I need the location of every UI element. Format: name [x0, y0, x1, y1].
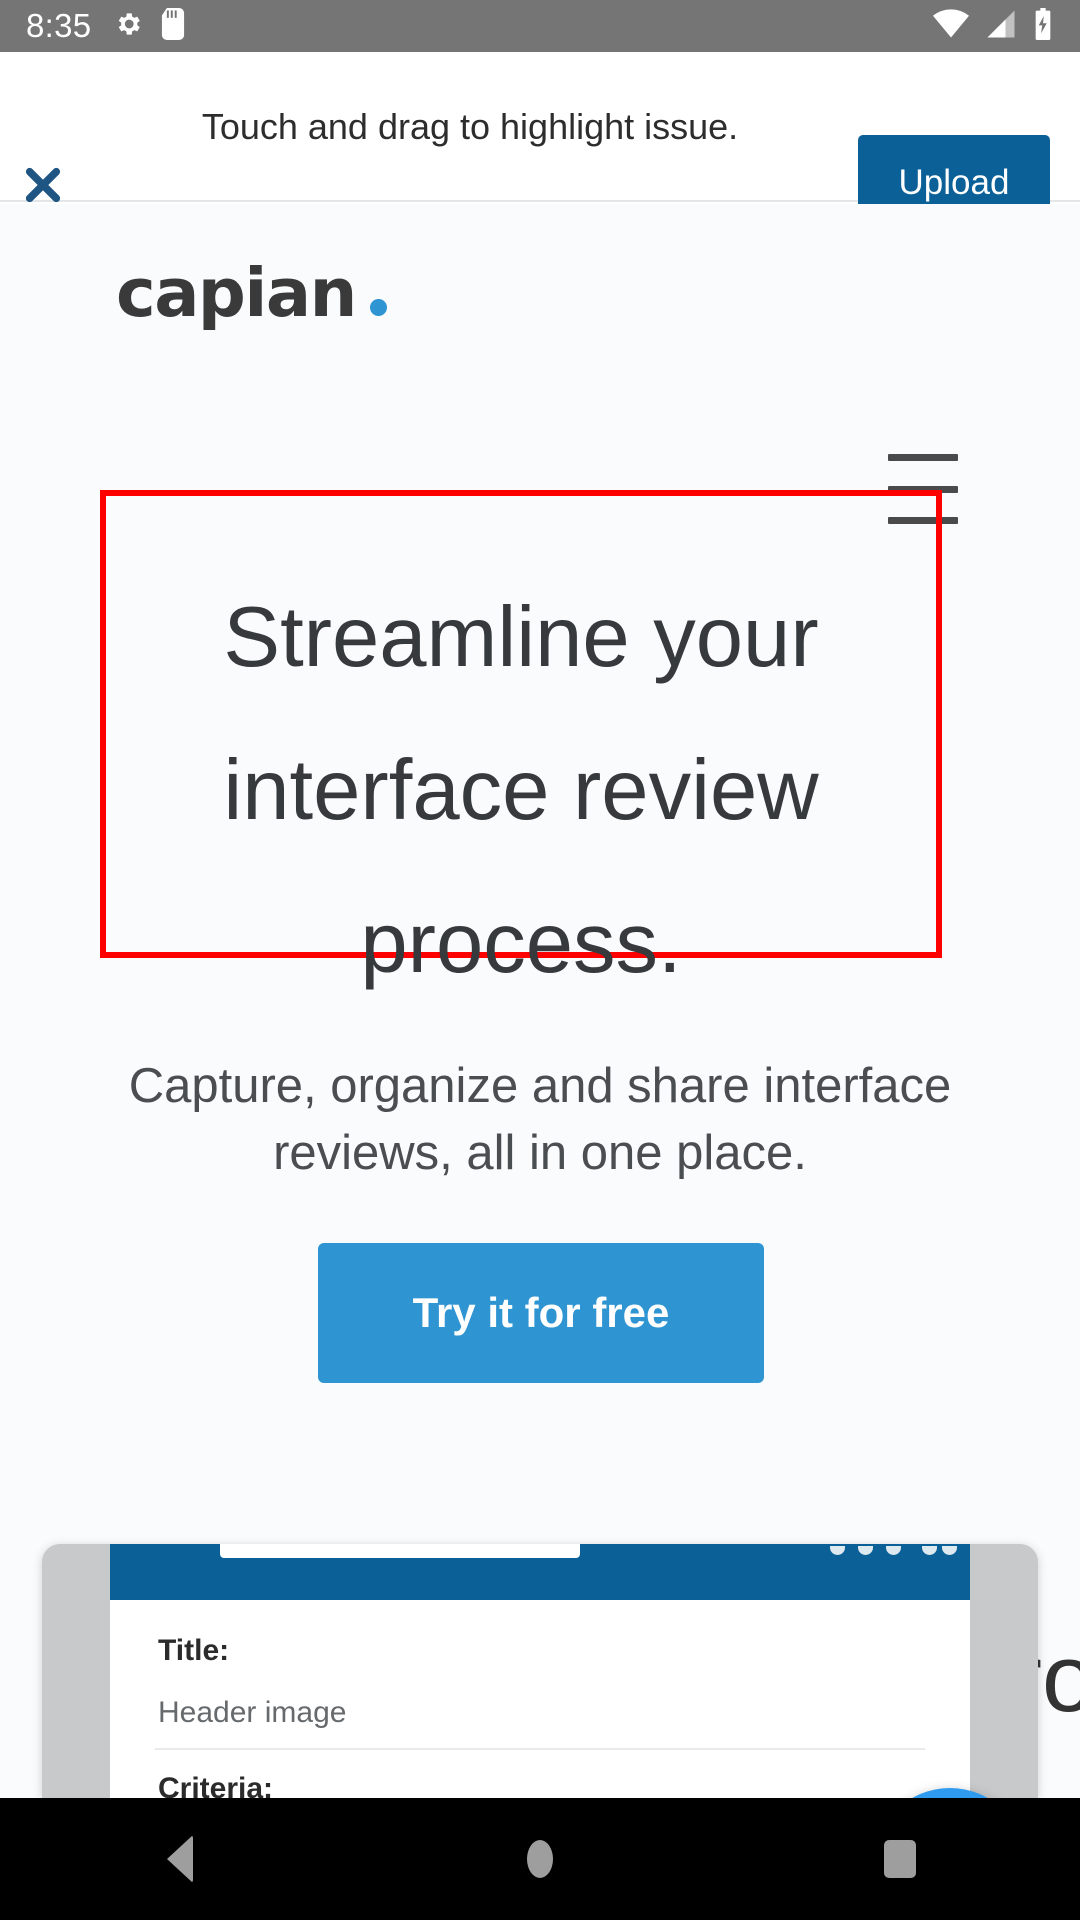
preview-divider — [155, 1748, 925, 1750]
capture-hint-text: Touch and drag to highlight issue. — [201, 106, 739, 147]
preview-device-frame: Title: Header image Criteria: — [42, 1544, 1038, 1798]
back-nav-button[interactable] — [105, 1798, 255, 1920]
preview-toolbar-dot-5 — [942, 1546, 957, 1555]
preview-screen: Title: Header image Criteria: — [110, 1544, 970, 1798]
menu-bar-1 — [888, 454, 958, 461]
back-triangle-icon — [167, 1835, 193, 1883]
preview-toolbar-dot-3 — [886, 1546, 901, 1555]
sd-card-icon — [161, 7, 185, 45]
logo-wordmark: capian — [116, 254, 357, 332]
status-bar-right — [932, 7, 1054, 45]
android-status-bar: 8:35 — [0, 0, 1080, 52]
gear-icon — [113, 9, 143, 44]
site-header: capian — [0, 204, 1080, 354]
preview-url-bar — [220, 1544, 580, 1558]
preview-toolbar-dot-4 — [922, 1546, 937, 1555]
preview-browser-bar — [110, 1544, 970, 1600]
recents-nav-button[interactable] — [825, 1798, 975, 1920]
preview-toolbar-dot-1 — [830, 1546, 845, 1555]
wifi-icon — [932, 8, 970, 44]
page-title: Streamline your interface review process… — [223, 589, 819, 991]
status-bar-clock: 8:35 — [26, 7, 92, 44]
capture-toolbar: Touch and drag to highlight issue. Uploa… — [0, 52, 1080, 230]
preview-title-value: Header image — [158, 1696, 347, 1729]
preview-toolbar-dot-2 — [858, 1546, 873, 1555]
recents-square-icon — [884, 1840, 916, 1878]
preview-title-label: Title: — [158, 1634, 230, 1667]
preview-criteria-label: Criteria: — [158, 1772, 274, 1798]
home-circle-icon — [527, 1840, 553, 1878]
battery-charging-icon — [1032, 7, 1054, 45]
home-nav-button[interactable] — [465, 1798, 615, 1920]
android-nav-bar — [0, 1798, 1080, 1920]
try-it-for-free-button[interactable]: Try it for free — [318, 1243, 764, 1383]
cellular-signal-icon — [984, 9, 1018, 44]
web-page-content: capian Streamline your interface review … — [0, 204, 1080, 1798]
product-preview-section: m ro Title: Header image — [0, 1524, 1080, 1798]
hero-subtitle: Capture, organize and share interface re… — [128, 1059, 952, 1180]
capian-logo[interactable]: capian — [116, 254, 387, 332]
status-bar-left: 8:35 — [26, 7, 203, 45]
device-screen: 8:35 Touch and drag to highlight issue. … — [0, 0, 1080, 1920]
logo-dot-icon — [369, 299, 387, 316]
